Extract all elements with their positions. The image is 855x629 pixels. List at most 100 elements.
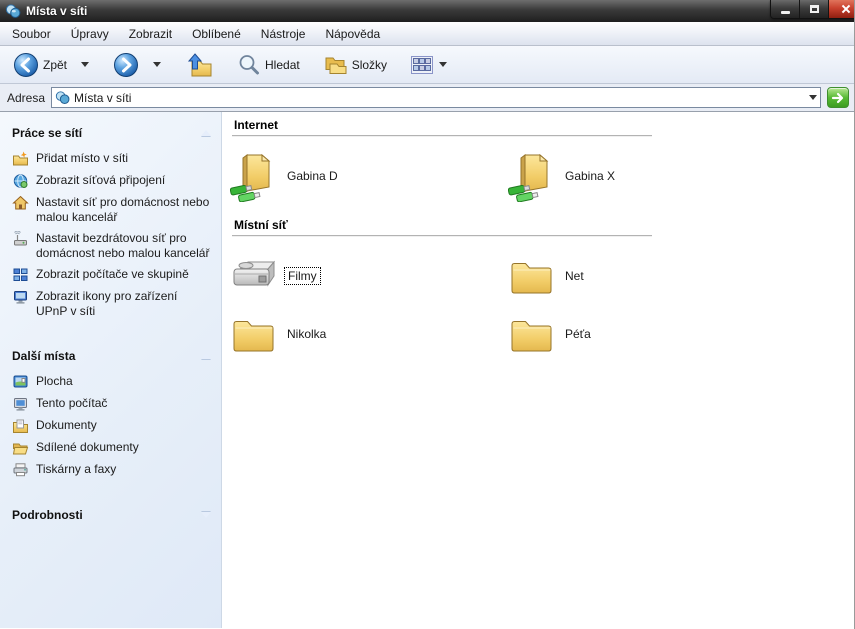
back-icon [13, 52, 39, 78]
sidebar-item-label: Tento počítač [36, 396, 107, 412]
sidebar-item-add-network-place[interactable]: Přidat místo v síti [12, 151, 211, 167]
back-button[interactable]: Zpět [8, 49, 72, 81]
back-dropdown[interactable] [74, 59, 94, 70]
search-label: Hledat [265, 58, 300, 72]
search-icon [237, 53, 261, 77]
network-folder-icon [230, 150, 278, 202]
section-other-places: Další místa Plocha [12, 349, 211, 478]
workgroup-icon [12, 267, 29, 283]
group-local-network: Místní síť [222, 218, 854, 362]
minimize-button[interactable] [771, 0, 800, 18]
maximize-button[interactable] [800, 0, 829, 18]
folders-button[interactable]: Složky [319, 50, 392, 80]
network-places-icon [5, 3, 21, 19]
window-title: Místa v síti [26, 4, 87, 18]
sidebar-item-shared-documents[interactable]: Sdílené dokumenty [12, 440, 211, 456]
network-places-icon [55, 90, 70, 105]
sidebar-item-label: Zobrazit síťová připojení [36, 173, 165, 189]
sidebar-item-network-connections[interactable]: Zobrazit síťová připojení [12, 173, 211, 189]
file-list-area: Internet [222, 112, 854, 628]
group-title: Internet [222, 118, 854, 132]
views-button[interactable] [406, 53, 452, 77]
desktop-icon [12, 374, 29, 390]
minimize-icon [781, 11, 790, 14]
file-tile-peta[interactable]: Péťa [508, 306, 786, 362]
views-icon [411, 56, 433, 74]
maximize-icon [810, 5, 819, 13]
chevron-down-icon [809, 95, 817, 100]
close-icon [841, 4, 851, 14]
section-header-network-tasks[interactable]: Práce se sítí [12, 126, 211, 140]
file-tile-filmy[interactable]: Filmy [230, 248, 508, 304]
sidebar-item-setup-wireless-network[interactable]: Nastavit bezdrátovou síť pro domácnost n… [12, 231, 211, 261]
address-value: Místa v síti [74, 91, 799, 105]
sidebar-item-documents[interactable]: Dokumenty [12, 418, 211, 434]
sidebar-item-setup-home-network[interactable]: Nastavit síť pro domácnost nebo malou ka… [12, 195, 211, 225]
collapse-icon [201, 353, 211, 359]
sidebar-item-label: Přidat místo v síti [36, 151, 128, 167]
back-label: Zpět [43, 58, 67, 72]
file-tile-net[interactable]: Net [508, 248, 786, 304]
sidebar-item-my-computer[interactable]: Tento počítač [12, 396, 211, 412]
menu-oblibene[interactable]: Oblíbené [182, 24, 251, 44]
menu-soubor[interactable]: Soubor [2, 24, 61, 44]
sidebar-item-desktop[interactable]: Plocha [12, 374, 211, 390]
folders-icon [324, 53, 348, 77]
file-tile-gabina-x[interactable]: Gabina X [508, 148, 786, 204]
go-arrow-icon [831, 92, 845, 104]
forward-button[interactable] [108, 49, 144, 81]
search-button[interactable]: Hledat [232, 50, 305, 80]
up-button[interactable] [180, 49, 218, 81]
sidebar-item-label: Nastavit síť pro domácnost nebo malou ka… [36, 195, 211, 225]
group-internet: Internet [222, 118, 854, 204]
forward-icon [113, 52, 139, 78]
file-label: Gabina X [562, 168, 618, 184]
section-title: Podrobnosti [12, 508, 83, 522]
menu-bar: Soubor Úpravy Zobrazit Oblíbené Nástroje… [0, 22, 854, 46]
home-network-icon [12, 195, 29, 211]
close-button[interactable] [829, 0, 855, 18]
menu-nastroje[interactable]: Nástroje [251, 24, 316, 44]
documents-icon [12, 418, 29, 434]
toolbar: Zpět Hledat [0, 46, 854, 84]
address-label: Adresa [5, 91, 45, 105]
file-label: Péťa [562, 326, 594, 342]
sidebar-item-view-workgroup-computers[interactable]: Zobrazit počítače ve skupině [12, 267, 211, 283]
file-label: Net [562, 268, 587, 284]
group-title: Místní síť [222, 218, 854, 232]
explorer-window: Místa v síti Soubor Úpravy Zobrazit Oblí… [0, 0, 855, 629]
menu-zobrazit[interactable]: Zobrazit [119, 24, 182, 44]
sidebar-item-show-upnp-icons[interactable]: Zobrazit ikony pro zařízení UPnP v síti [12, 289, 211, 319]
window-controls [770, 0, 855, 19]
sidebar-item-label: Plocha [36, 374, 73, 390]
menu-upravy[interactable]: Úpravy [61, 24, 119, 44]
folder-icon [509, 257, 555, 295]
file-label: Nikolka [284, 326, 329, 342]
chevron-down-icon [153, 62, 161, 67]
chevron-down-icon [81, 62, 89, 67]
address-combobox[interactable]: Místa v síti [51, 87, 821, 108]
file-label: Filmy [284, 267, 321, 285]
section-header-details[interactable]: Podrobnosti [12, 508, 211, 522]
sidebar-item-label: Nastavit bezdrátovou síť pro domácnost n… [36, 231, 211, 261]
file-tile-gabina-d[interactable]: Gabina D [230, 148, 508, 204]
section-title: Práce se sítí [12, 126, 82, 140]
group-divider [232, 235, 652, 236]
sidebar-item-label: Zobrazit počítače ve skupině [36, 267, 189, 283]
section-details: Podrobnosti [12, 508, 211, 522]
address-bar: Adresa Místa v síti [0, 84, 854, 112]
network-drive-icon [230, 257, 278, 295]
sidebar-item-printers[interactable]: Tiskárny a faxy [12, 462, 211, 478]
menu-napoveda[interactable]: Nápověda [315, 24, 390, 44]
upnp-device-icon [12, 289, 29, 305]
file-tile-nikolka[interactable]: Nikolka [230, 306, 508, 362]
section-network-tasks: Práce se sítí Přidat místo v síti [12, 126, 211, 319]
section-header-other-places[interactable]: Další místa [12, 349, 211, 363]
section-title: Další místa [12, 349, 75, 363]
forward-dropdown[interactable] [146, 59, 166, 70]
go-button[interactable] [827, 87, 849, 108]
up-folder-icon [185, 52, 213, 78]
address-dropdown[interactable] [803, 88, 820, 107]
network-folder-icon [508, 150, 556, 202]
expand-icon [201, 512, 211, 518]
